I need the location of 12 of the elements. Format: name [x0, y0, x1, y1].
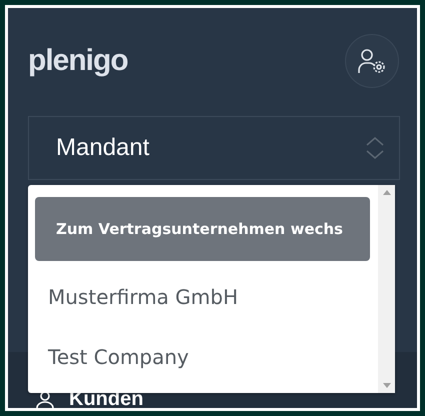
scroll-down-icon[interactable]: [382, 383, 390, 388]
dropdown-option[interactable]: Musterfirma GmbH: [35, 267, 370, 327]
nav-item[interactable]: Kunden: [69, 390, 144, 408]
dropdown-option[interactable]: Zum Vertragsunternehmen wechs: [35, 197, 370, 261]
tenant-select[interactable]: Mandant: [28, 116, 400, 180]
logo: plenigo: [28, 44, 128, 78]
scroll-up-icon[interactable]: [382, 190, 390, 195]
user-gear-icon: [357, 47, 387, 75]
sort-arrows-icon: [365, 135, 385, 161]
dropdown-option[interactable]: Test Company: [35, 327, 370, 387]
select-value: Mandant: [56, 134, 150, 162]
scrollbar[interactable]: [378, 185, 395, 393]
